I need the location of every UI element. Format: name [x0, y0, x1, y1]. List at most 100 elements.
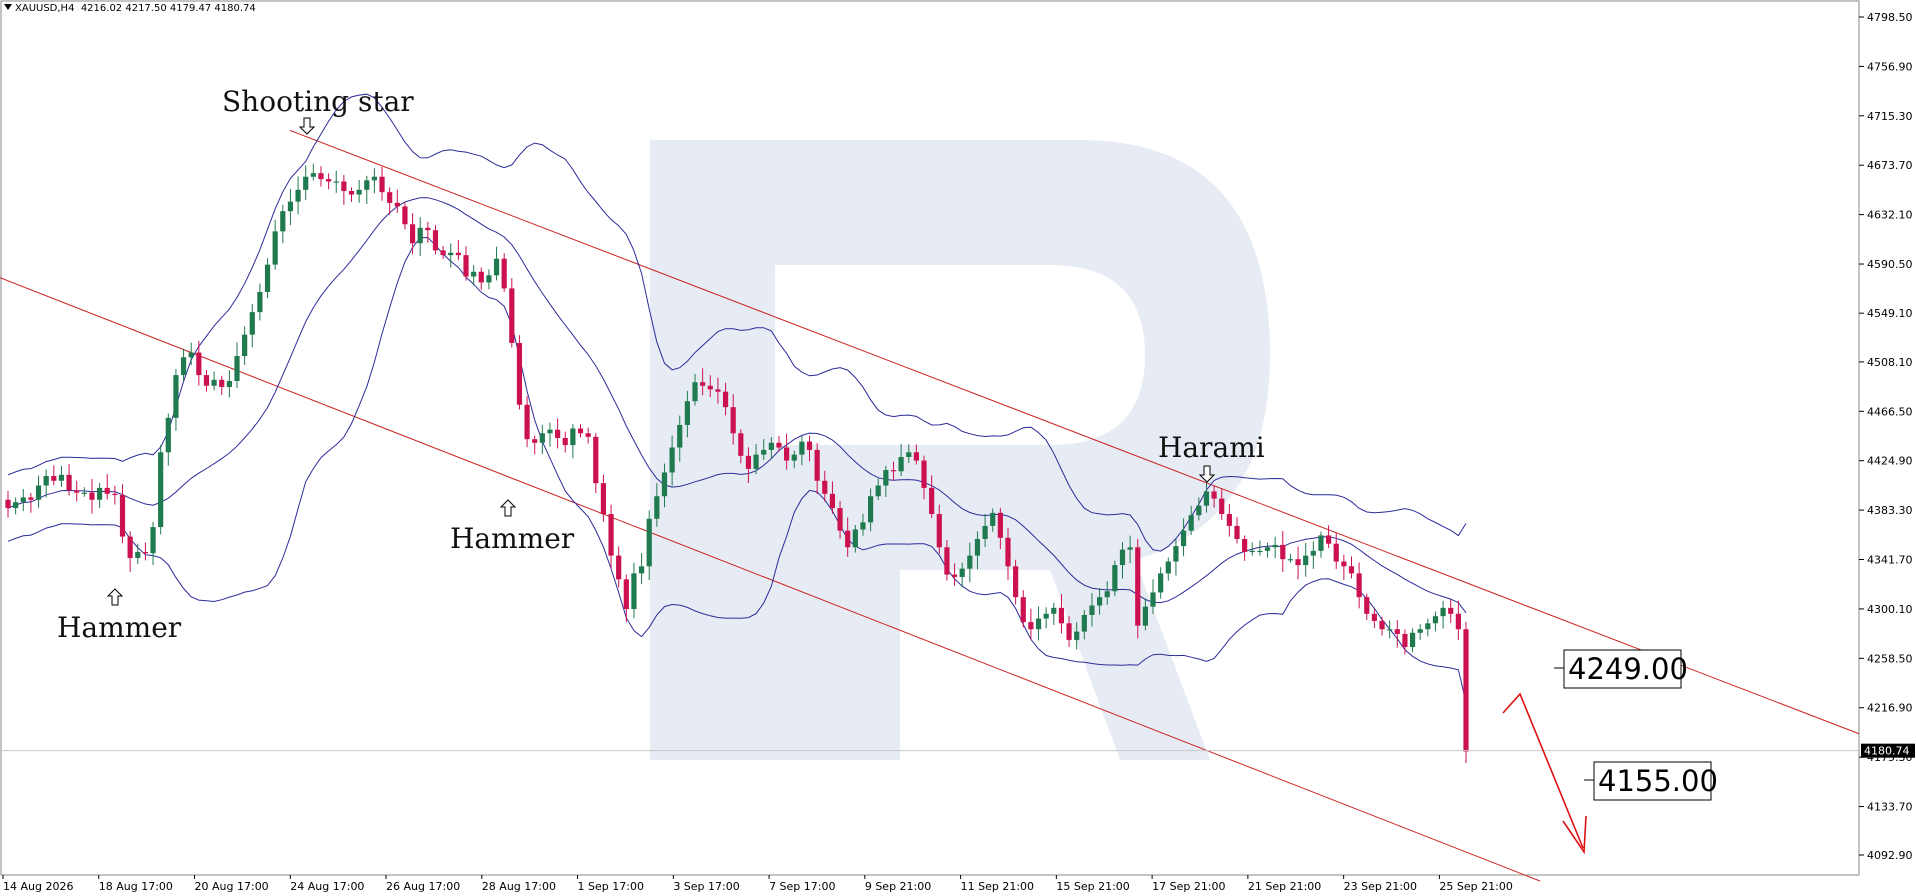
candle-body	[287, 201, 294, 212]
dropdown-triangle-icon[interactable]	[4, 4, 12, 10]
candle-body	[1127, 547, 1133, 550]
candle-body	[1188, 515, 1194, 531]
time-tick-label: 3 Sep 17:00	[673, 880, 739, 893]
candle-body	[906, 452, 912, 458]
price-tick-label: 4549.10	[1867, 307, 1913, 320]
up-arrow-icon	[499, 499, 517, 517]
candle-body	[1013, 566, 1019, 598]
candle-body	[829, 493, 836, 509]
candle-body	[1150, 592, 1156, 607]
candle-body	[417, 227, 423, 244]
candle-body	[837, 508, 843, 531]
price-tick-label: 4715.30	[1867, 110, 1913, 123]
price-tick-label: 4756.90	[1867, 60, 1913, 73]
candle-body	[692, 382, 698, 402]
price-chart[interactable]: 4798.50 4756.90 4715.30 4673.70 4632.10 4590.…	[0, 0, 1916, 896]
candle-body	[1196, 505, 1202, 516]
price-tick-label: 4341.70	[1867, 554, 1913, 567]
price-tick-label: 4133.70	[1867, 801, 1913, 814]
candle-body	[784, 447, 790, 461]
candle-body	[1295, 559, 1301, 566]
candle-body	[89, 492, 95, 500]
candle-body	[1371, 613, 1377, 621]
candle-body	[1402, 633, 1408, 648]
candle-body	[394, 202, 400, 207]
candle-body	[638, 566, 645, 574]
candle-body	[814, 449, 820, 481]
candle-body	[493, 258, 500, 276]
candle-body	[226, 381, 232, 387]
price-tick-label: 4092.90	[1867, 849, 1913, 862]
candle-body	[1211, 491, 1217, 499]
candle-body	[1035, 618, 1042, 630]
candle-body	[509, 288, 515, 344]
candle-body	[1325, 535, 1332, 544]
candle-body	[1257, 550, 1263, 553]
candle-body	[1119, 549, 1126, 566]
candle-body	[28, 497, 34, 500]
price-tick-label: 4300.10	[1867, 603, 1913, 616]
candle-body	[1379, 620, 1385, 630]
time-tick-label: 14 Aug 2026	[3, 880, 73, 893]
candle-body	[1341, 561, 1347, 567]
candle-body	[1005, 537, 1011, 567]
candle-body	[5, 499, 11, 509]
candle-body	[242, 334, 248, 357]
candle-body	[539, 433, 545, 443]
price-tick-label: 4258.50	[1867, 652, 1913, 665]
candle-body	[478, 271, 484, 283]
candle-body	[379, 176, 385, 193]
candle-body	[150, 527, 156, 554]
chart-header: XAUUSD,H4 4216.02 4217.50 4179.47 4180.7…	[4, 3, 256, 14]
candle-body	[104, 487, 110, 494]
candle-body	[753, 454, 759, 469]
candle-body	[1448, 607, 1454, 614]
candle-body	[524, 404, 530, 440]
target-box-4155-label: 4155.00	[1598, 764, 1718, 798]
candle-body	[883, 470, 889, 486]
candle-body	[738, 433, 744, 456]
annotation-hammer-left: Hammer	[57, 611, 182, 644]
candle-body	[745, 455, 752, 469]
candle-body	[127, 536, 133, 558]
time-tick-label: 23 Sep 21:00	[1344, 880, 1417, 893]
candle-body	[158, 452, 164, 528]
candle-body	[1180, 530, 1187, 547]
price-tick-label: 4424.90	[1867, 455, 1913, 468]
candle-body	[776, 442, 782, 448]
candle-body	[1280, 544, 1286, 560]
candle-body	[1158, 573, 1164, 593]
candle-body	[471, 271, 477, 277]
candle-body	[43, 476, 49, 486]
candle-body	[654, 496, 660, 519]
candle-body	[440, 250, 446, 256]
candle-body	[35, 485, 42, 500]
candle-body	[761, 449, 767, 455]
candle-body	[1303, 555, 1309, 566]
candle-body	[249, 312, 255, 335]
candle-body	[669, 447, 675, 473]
time-axis: 14 Aug 2026 18 Aug 17:00 20 Aug 17:00 24 Au…	[2, 875, 1513, 893]
candle-body	[593, 436, 599, 484]
candle-body	[890, 470, 897, 472]
candle-body	[677, 424, 683, 448]
candle-body	[303, 176, 309, 190]
candle-body	[1104, 591, 1110, 598]
candle-body	[1203, 491, 1210, 506]
candle-body	[1028, 622, 1034, 630]
candle-body	[646, 518, 652, 567]
candle-body	[326, 179, 332, 182]
candle-body	[600, 483, 607, 515]
candle-body	[532, 439, 538, 443]
candle-body	[1425, 623, 1431, 630]
time-tick-label: 17 Sep 21:00	[1152, 880, 1225, 893]
candle-body	[631, 573, 637, 610]
candle-body	[272, 231, 278, 265]
candle-body	[356, 189, 362, 195]
time-tick-label: 26 Aug 17:00	[386, 880, 460, 893]
candle-body	[623, 579, 629, 610]
candle-body	[348, 190, 355, 195]
candle-body	[1318, 535, 1324, 551]
candle-body	[402, 206, 408, 225]
candle-body	[577, 428, 584, 434]
